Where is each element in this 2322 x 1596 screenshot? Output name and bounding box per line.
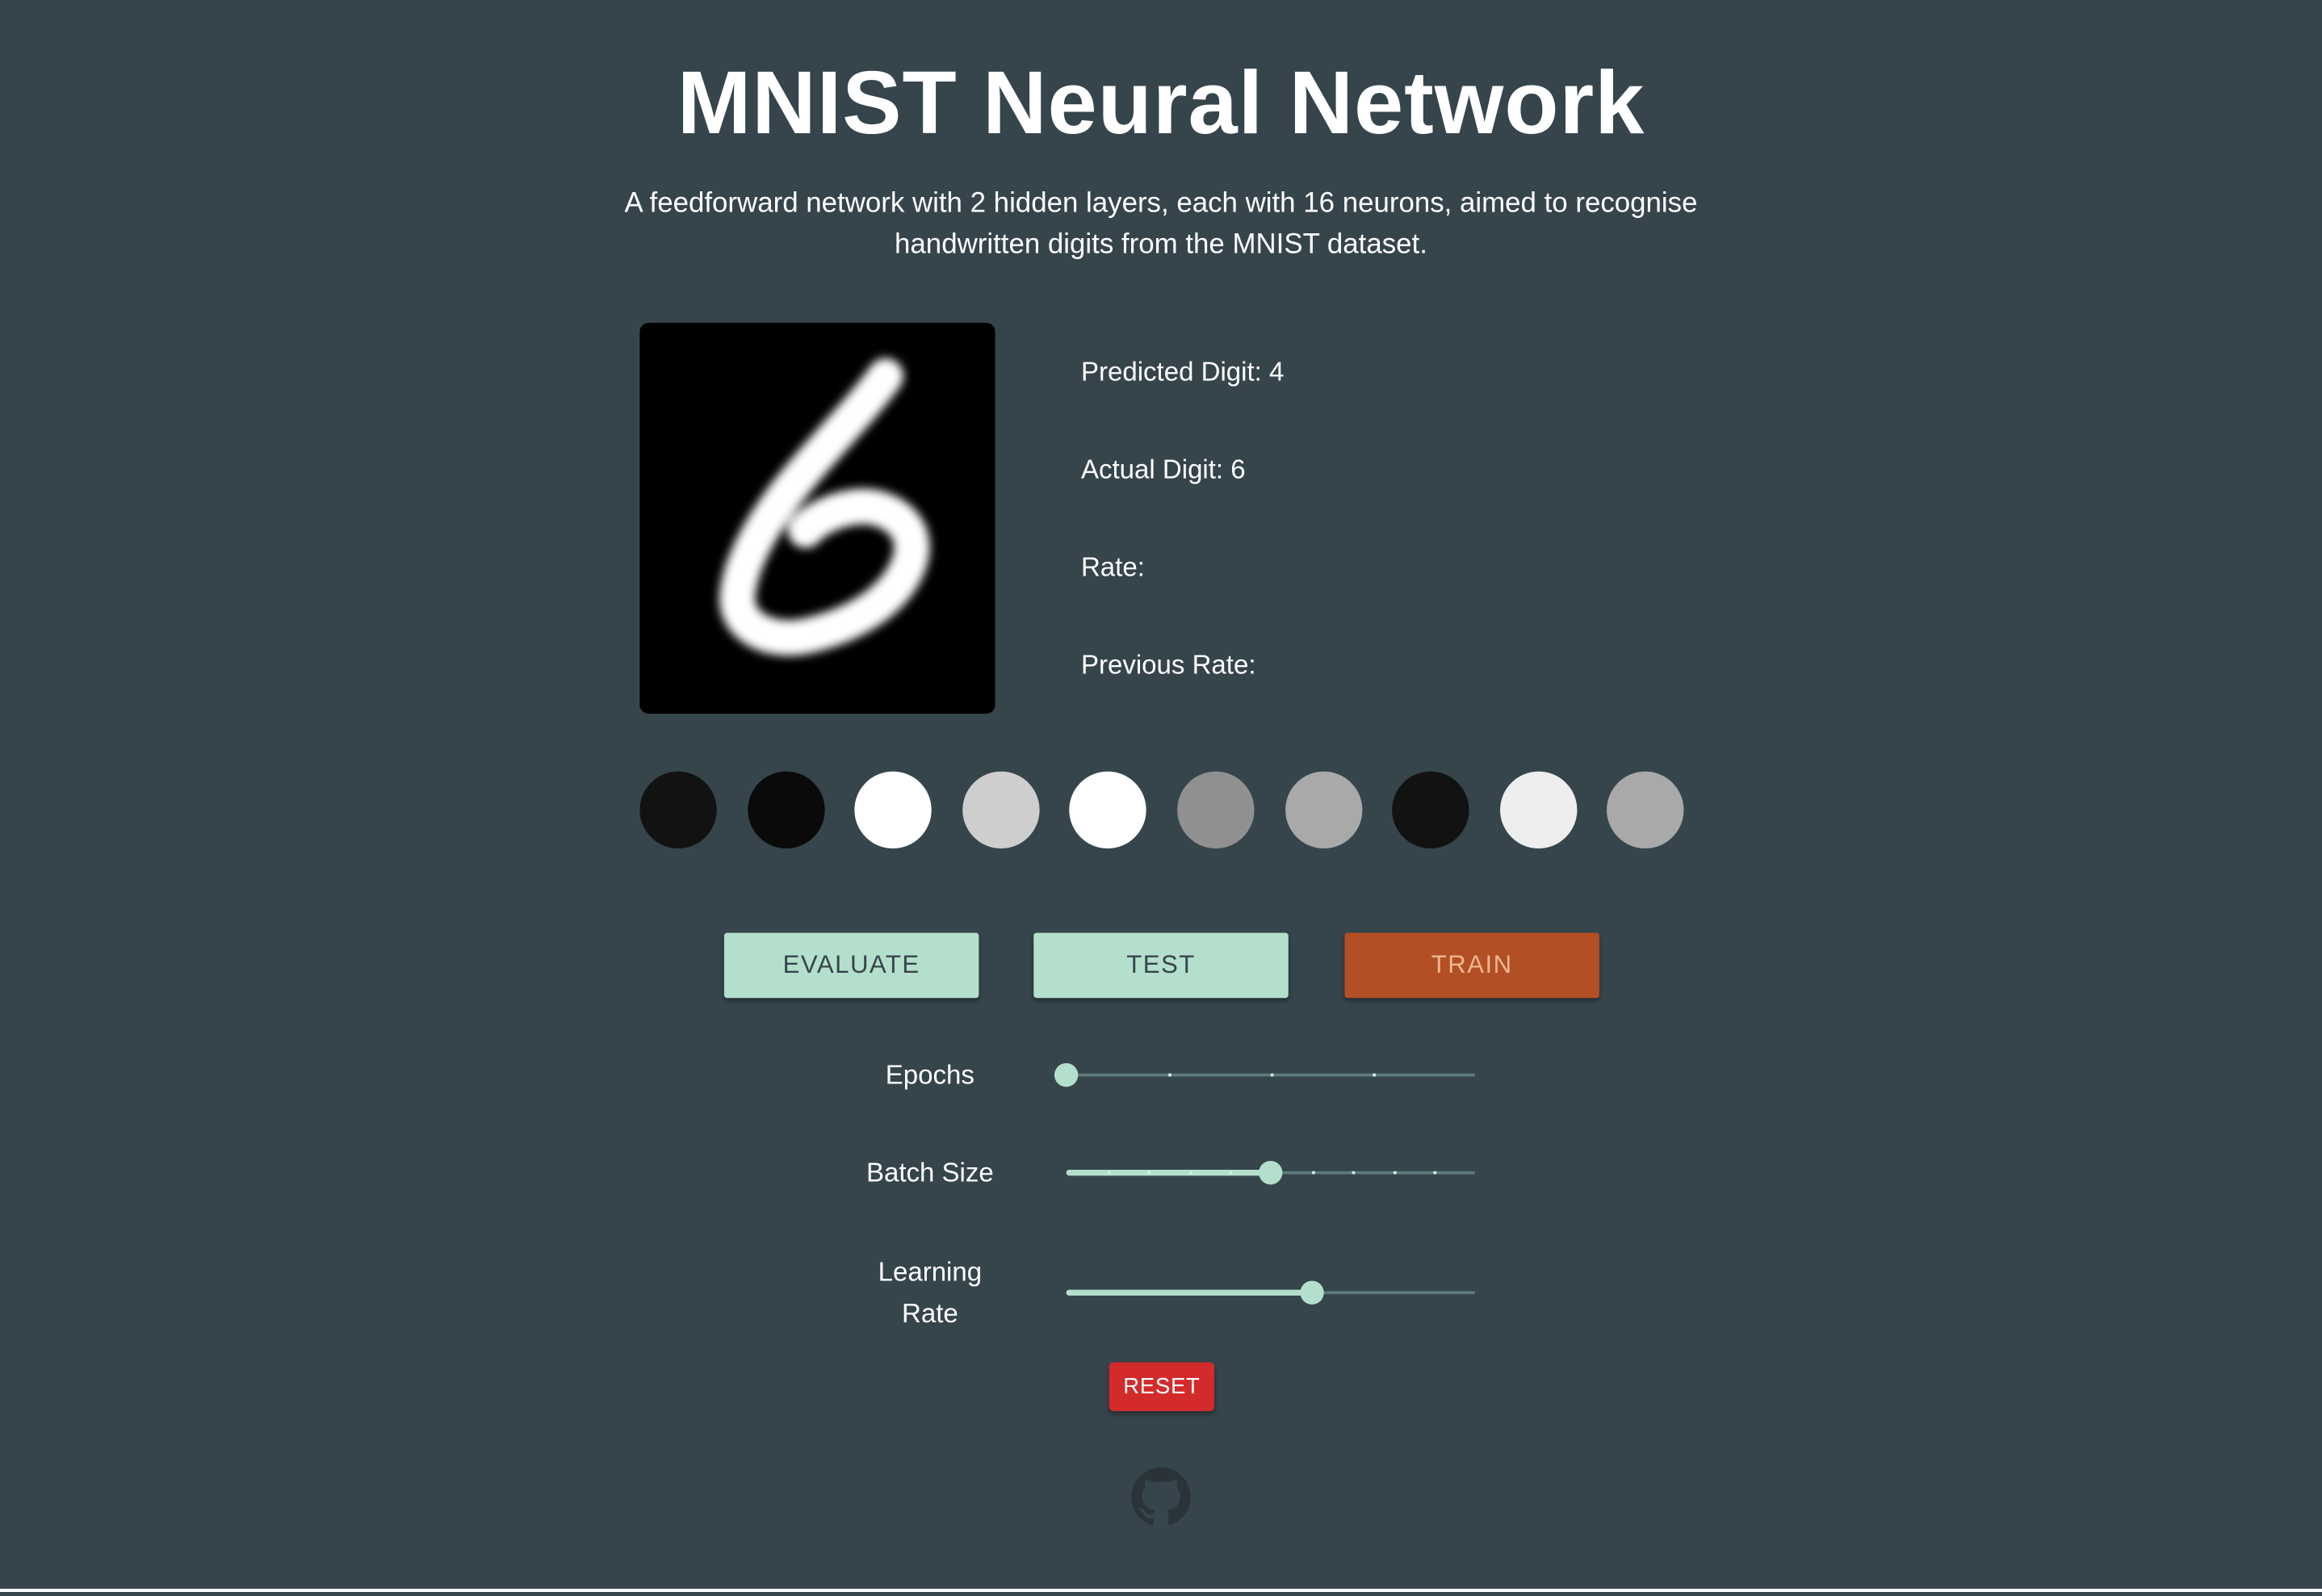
slider-tick bbox=[1434, 1171, 1437, 1175]
github-logo-shape bbox=[1131, 1467, 1191, 1526]
epochs-label: Epochs bbox=[885, 1060, 974, 1090]
actual-digit-label: Actual Digit: bbox=[1080, 455, 1224, 484]
output-neuron-6 bbox=[1285, 771, 1362, 848]
github-icon[interactable] bbox=[1131, 1467, 1191, 1527]
train-button[interactable]: TRAIN bbox=[1344, 932, 1599, 999]
output-neuron-5 bbox=[1177, 771, 1255, 848]
reset-button[interactable]: RESET bbox=[1109, 1362, 1215, 1411]
prediction-info: Predicted Digit: 4 Actual Digit: 6 Rate: P… bbox=[1081, 346, 1674, 737]
batch-size-label: Batch Size bbox=[866, 1158, 994, 1188]
predicted-digit-row: Predicted Digit: 4 bbox=[1081, 346, 1674, 444]
slider-tick bbox=[1393, 1171, 1397, 1175]
output-neuron-1 bbox=[747, 771, 824, 848]
predicted-digit-value: 4 bbox=[1269, 357, 1285, 387]
batch-size-slider[interactable] bbox=[1066, 1158, 1475, 1188]
slider-tick bbox=[1147, 1171, 1151, 1175]
rate-row: Rate: bbox=[1081, 542, 1674, 639]
slider-fill bbox=[1066, 1170, 1271, 1176]
predicted-digit-label: Predicted Digit: bbox=[1080, 357, 1262, 387]
slider-tick bbox=[1107, 1171, 1110, 1175]
learning-rate-label-line1: Learning bbox=[878, 1257, 983, 1287]
learning-rate-label: Learning Rate bbox=[826, 1251, 1033, 1334]
actual-digit-value: 6 bbox=[1230, 455, 1246, 484]
slider-tick bbox=[1188, 1171, 1192, 1175]
page: MNIST Neural Network A feedforward netwo… bbox=[0, 0, 2322, 1596]
page-subtitle: A feedforward network with 2 hidden laye… bbox=[624, 187, 1698, 261]
slider-tick bbox=[1352, 1171, 1356, 1175]
page-title: MNIST Neural Network bbox=[677, 53, 1645, 153]
bottom-edge bbox=[0, 1589, 2322, 1592]
slider-thumb[interactable] bbox=[1299, 1280, 1324, 1305]
evaluate-button[interactable]: EVALUATE bbox=[723, 932, 979, 999]
slider-thumb[interactable] bbox=[1054, 1062, 1079, 1087]
output-neurons bbox=[639, 771, 1691, 852]
output-neuron-0 bbox=[639, 771, 717, 848]
slider-tick bbox=[1311, 1171, 1315, 1175]
slider-tick bbox=[1230, 1171, 1233, 1175]
digit-image bbox=[639, 322, 995, 714]
learning-rate-label-line2: Rate bbox=[901, 1298, 958, 1329]
actual-digit-row: Actual Digit: 6 bbox=[1081, 444, 1674, 542]
slider-tick bbox=[1373, 1073, 1376, 1077]
test-button[interactable]: TEST bbox=[1033, 932, 1289, 999]
previous-rate-label: Previous Rate: bbox=[1080, 650, 1256, 680]
rate-label: Rate: bbox=[1080, 552, 1145, 582]
output-neuron-2 bbox=[854, 771, 933, 848]
learning-rate-slider[interactable] bbox=[1066, 1278, 1475, 1308]
output-neuron-9 bbox=[1607, 771, 1685, 848]
slider-fill bbox=[1066, 1289, 1312, 1296]
slider-thumb[interactable] bbox=[1259, 1161, 1283, 1185]
slider-tick bbox=[1270, 1073, 1274, 1077]
digit-six-drawing bbox=[719, 358, 930, 656]
previous-rate-row: Previous Rate: bbox=[1081, 639, 1674, 737]
epochs-slider[interactable] bbox=[1054, 1060, 1475, 1090]
output-neuron-3 bbox=[962, 771, 1040, 848]
output-neuron-4 bbox=[1069, 771, 1147, 848]
slider-tick bbox=[1168, 1073, 1171, 1077]
output-neuron-8 bbox=[1499, 771, 1578, 848]
output-neuron-7 bbox=[1392, 771, 1469, 848]
